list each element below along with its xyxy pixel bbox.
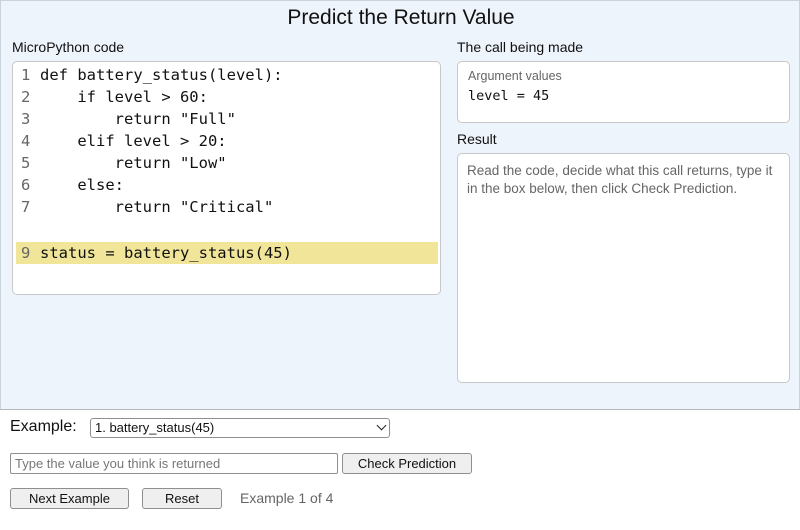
line-number: 6 [21, 176, 31, 194]
call-panel-label: The call being made [457, 39, 584, 55]
line-number: 7 [21, 198, 31, 216]
prediction-input[interactable] [10, 453, 338, 474]
code-line-7: 7 return "Critical" [16, 196, 438, 218]
code-line-1: 1 def battery_status(level): [16, 64, 438, 86]
code-text: status = battery_status(45) [40, 244, 292, 262]
code-text: return "Low" [40, 154, 227, 172]
line-number: 2 [21, 88, 31, 106]
result-message: Read the code, decide what this call ret… [467, 163, 773, 196]
code-line-6: 6 else: [16, 174, 438, 196]
editor-panel: Predict the Return Value MicroPython cod… [0, 0, 800, 410]
code-text: def battery_status(level): [40, 66, 283, 84]
example-counter: Example 1 of 4 [240, 490, 334, 506]
code-line-3: 3 return "Full" [16, 108, 438, 130]
code-line-5: 5 return "Low" [16, 152, 438, 174]
line-number: 1 [21, 66, 31, 84]
code-panel-label: MicroPython code [12, 39, 125, 55]
next-example-button[interactable]: Next Example [10, 488, 129, 509]
reset-button[interactable]: Reset [142, 488, 222, 509]
line-number: 4 [21, 132, 31, 150]
page-title: Predict the Return Value [287, 6, 515, 29]
example-label: Example: [10, 418, 77, 435]
line-number: 3 [21, 110, 31, 128]
example-select[interactable]: 1. battery_status(45) [90, 418, 390, 438]
argument-header: Argument values [468, 69, 562, 83]
code-text: else: [40, 176, 124, 194]
code-text: return "Full" [40, 110, 236, 128]
code-text: if level > 60: [40, 88, 208, 106]
line-number: 5 [21, 154, 31, 172]
code-view: 1 def battery_status(level): 2 if level >… [12, 61, 441, 295]
argument-value: level = 45 [468, 88, 550, 104]
code-text: return "Critical" [40, 198, 274, 216]
call-box: Argument values level = 45 [457, 61, 790, 123]
code-line-9-highlighted: 9 status = battery_status(45) [16, 242, 438, 264]
line-number: 9 [21, 244, 31, 262]
example-selected-value: 1. battery_status(45) [95, 420, 215, 435]
check-prediction-button[interactable]: Check Prediction [342, 453, 472, 474]
code-line-2: 2 if level > 60: [16, 86, 438, 108]
result-panel-label: Result [457, 131, 497, 147]
code-text: elif level > 20: [40, 132, 227, 150]
code-line-4: 4 elif level > 20: [16, 130, 438, 152]
result-box: Read the code, decide what this call ret… [457, 153, 790, 383]
chevron-down-icon [376, 420, 387, 431]
